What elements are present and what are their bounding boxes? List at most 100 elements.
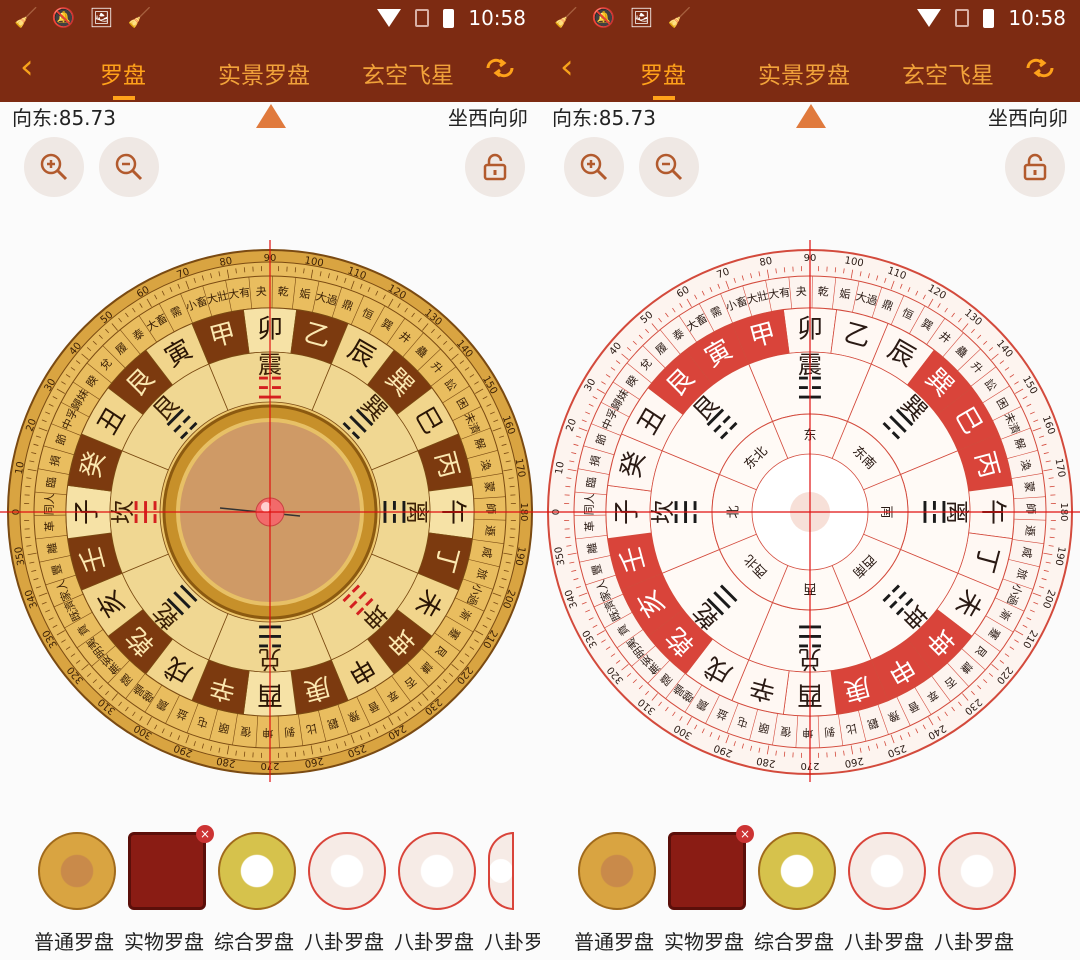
right-screen: 🧹 🔕 🖼 🧹 10:58 ‹ 罗盘 实景罗盘 玄空飞星 向东:85.73 坐西… [540, 0, 1080, 960]
degree-tick [294, 751, 297, 757]
compass-style-label: 八卦罗盘 [394, 930, 474, 954]
back-icon[interactable]: ‹ [560, 50, 574, 84]
broom-icon: 🧹 [127, 7, 152, 29]
compass-style-thumbnail[interactable] [488, 832, 514, 910]
hexagram-label: 乾 [817, 285, 829, 299]
compass-style-label: 普通罗盘 [574, 930, 654, 954]
zoom-in-icon [40, 153, 68, 181]
degree-tick [1049, 485, 1055, 488]
switch-icon[interactable] [482, 54, 518, 82]
direction-reading: 向东:85.73 [12, 106, 116, 130]
broom-icon: 🧹 [14, 7, 38, 29]
hexagram-label: 復 [240, 724, 252, 738]
compass-style-label: 普通罗盘 [34, 930, 114, 954]
degree-label: 10 [554, 461, 567, 475]
degree-tick [25, 485, 31, 488]
compass-style-list: 普通罗盘 × 实物罗盘 综合罗盘 八卦罗盘 八卦罗盘 八卦罗 [0, 820, 540, 960]
remove-badge-icon[interactable]: × [736, 825, 754, 843]
tab-real-compass[interactable]: 实景罗盘 [218, 56, 310, 90]
no-sim-icon [955, 9, 970, 27]
image-icon: 🖼 [629, 7, 654, 29]
compass-style-label: 八卦罗盘 [934, 930, 1014, 954]
tab-flying-star[interactable]: 玄空飞星 [902, 56, 994, 90]
status-bar: 🧹 🔕 🖼 🧹 10:58 [0, 0, 540, 36]
hexagram-label: 姤 [839, 287, 852, 302]
zoom-out-button[interactable] [99, 137, 159, 197]
compass-style-thumbnail[interactable] [398, 832, 476, 910]
tab-compass[interactable]: 罗盘 [100, 56, 146, 90]
tab-indicator [113, 96, 135, 100]
hexagram-label: 遯 [1023, 525, 1037, 537]
no-sim-icon [415, 9, 430, 27]
zoom-in-button[interactable] [24, 137, 84, 197]
degree-tick [565, 485, 571, 488]
compass-style-label: 实物罗盘 [124, 930, 204, 954]
image-icon: 🖼 [89, 7, 114, 29]
compass-style-thumbnail[interactable] [578, 832, 656, 910]
tab-indicator [653, 96, 675, 100]
lock-icon [1023, 153, 1047, 181]
hexagram-label: 剝 [824, 725, 836, 739]
north-pointer [256, 104, 286, 128]
hexagram-label: 坤 [262, 726, 273, 740]
degree-tick [25, 536, 31, 539]
lock-button[interactable] [1005, 137, 1065, 197]
degree-tick [783, 267, 786, 273]
hexagram-label: 咸 [1019, 546, 1034, 559]
battery-icon [983, 8, 995, 28]
compass-style-label: 八卦罗盘 [844, 930, 924, 954]
direction-reading: 向东:85.73 [552, 106, 656, 130]
degree-tick [509, 536, 515, 539]
clock: 10:58 [468, 6, 526, 30]
hexagram-label: 蒙 [482, 481, 496, 493]
tab-compass[interactable]: 罗盘 [640, 56, 686, 90]
left-screen: 🧹 🔕 🖼 🧹 10:58 ‹ 罗盘 实景罗盘 玄空飞星 向东:85.73 坐西… [0, 0, 540, 960]
lock-button[interactable] [465, 137, 525, 197]
tab-flying-star[interactable]: 玄空飞星 [362, 56, 454, 90]
back-icon[interactable]: ‹ [20, 50, 34, 84]
compass-style-thumbnail[interactable] [308, 832, 386, 910]
compass-style-thumbnail[interactable] [128, 832, 206, 910]
compass-style-thumbnail[interactable] [668, 832, 746, 910]
remove-badge-icon[interactable]: × [196, 825, 214, 843]
wifi-icon [377, 9, 402, 27]
compass-style-thumbnail[interactable] [938, 832, 1016, 910]
degree-tick [565, 536, 571, 539]
hexagram-label: 革 [42, 520, 57, 532]
zoom-out-icon [115, 153, 143, 181]
compass-style-thumbnail[interactable] [218, 832, 296, 910]
compass-style-label: 综合罗盘 [754, 930, 834, 954]
hexagram-label: 離 [44, 542, 60, 555]
compass-dial-bagua[interactable]: 01020304050607080 90 100110120130140150160… [540, 230, 1080, 790]
tab-real-compass[interactable]: 实景罗盘 [758, 56, 850, 90]
toolbar: ‹ 罗盘 实景罗盘 玄空飞星 [540, 36, 1080, 102]
degree-tick [1049, 536, 1055, 539]
compass-style-thumbnail[interactable] [848, 832, 926, 910]
hexagram-label: 姤 [299, 287, 312, 302]
status-bar: 🧹 🔕 🖼 🧹 10:58 [540, 0, 1080, 36]
degree-label: 10 [14, 461, 27, 475]
hexagram-label: 遯 [483, 525, 497, 537]
compass-style-list: 普通罗盘 × 实物罗盘 综合罗盘 八卦罗盘 八卦罗盘 [540, 820, 1080, 960]
hexagram-label: 離 [584, 542, 600, 555]
zoom-in-button[interactable] [564, 137, 624, 197]
broom-icon: 🧹 [554, 7, 578, 29]
degree-label: 80 [759, 256, 773, 269]
zoom-in-icon [580, 153, 608, 181]
compass-dial-gold[interactable]: 01020304050607080 90 100110120130140150160… [0, 230, 540, 790]
switch-icon[interactable] [1022, 54, 1058, 82]
compass-style-label: 八卦罗 [484, 930, 540, 954]
hexagram-label: 革 [582, 520, 597, 532]
degree-tick [294, 267, 297, 273]
zoom-out-button[interactable] [639, 137, 699, 197]
lock-icon [483, 153, 507, 181]
zoom-out-icon [655, 153, 683, 181]
compass-style-thumbnail[interactable] [38, 832, 116, 910]
north-pointer [796, 104, 826, 128]
mute-icon: 🔕 [51, 7, 76, 29]
sitting-facing: 坐西向卯 [988, 106, 1068, 130]
compass-style-thumbnail[interactable] [758, 832, 836, 910]
compass-style-label: 实物罗盘 [664, 930, 744, 954]
degree-tick [509, 485, 515, 488]
degree-tick [243, 267, 246, 273]
